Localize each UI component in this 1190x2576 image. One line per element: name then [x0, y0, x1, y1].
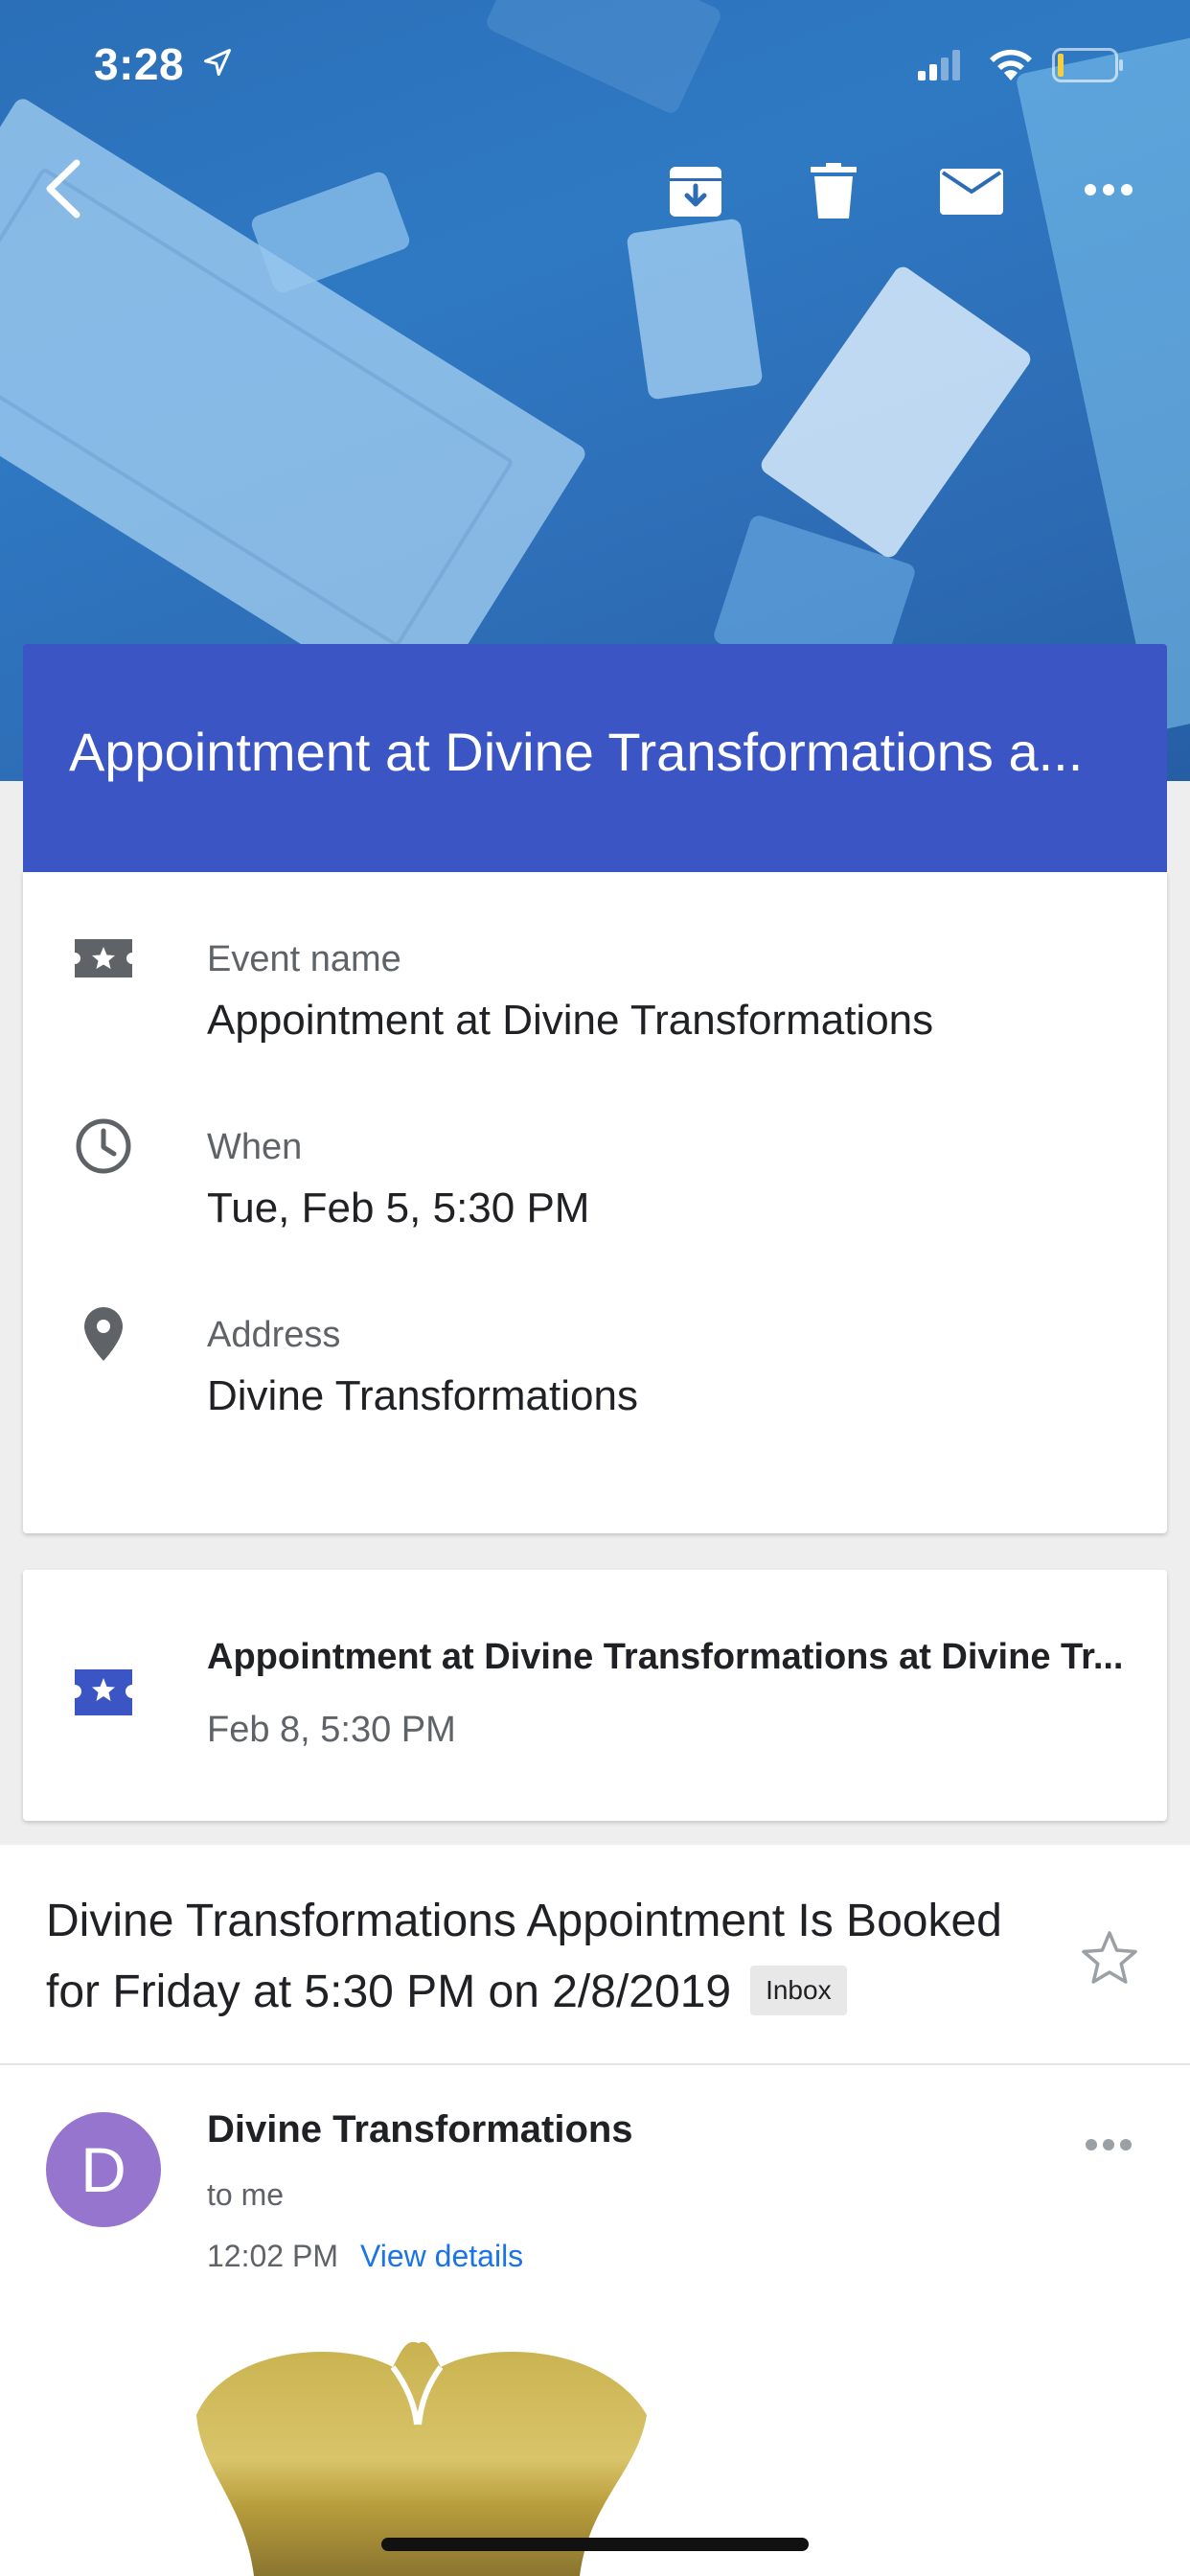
- ticket-illustration: [248, 169, 413, 296]
- ticket-icon: [75, 939, 132, 978]
- sender-name[interactable]: Divine Transformations: [207, 2108, 633, 2151]
- detail-row-address: Address Divine Transformations: [23, 1248, 1167, 1436]
- cellular-signal-icon: [918, 50, 960, 80]
- message-more-icon[interactable]: [1085, 2137, 1133, 2152]
- detail-row-when: When Tue, Feb 5, 5:30 PM: [23, 1060, 1167, 1248]
- detail-value: Divine Transformations: [207, 1372, 638, 1419]
- battery-icon: [1052, 48, 1123, 82]
- view-details-link[interactable]: View details: [360, 2239, 523, 2274]
- detail-label: When: [207, 1127, 303, 1167]
- inbox-label-badge[interactable]: Inbox: [750, 1966, 847, 2016]
- detail-row-event-name: Event name Appointment at Divine Transfo…: [23, 872, 1167, 1060]
- ticket-icon: [75, 1669, 132, 1715]
- ticket-illustration: [1015, 34, 1190, 732]
- related-event-title: Appointment at Divine Transformations at…: [207, 1637, 1124, 1677]
- related-event-date: Feb 8, 5:30 PM: [207, 1710, 456, 1750]
- avatar[interactable]: D: [46, 2112, 161, 2227]
- message-time: 12:02 PM: [207, 2239, 338, 2273]
- ticket-illustration: [626, 218, 764, 401]
- event-details-card: Event name Appointment at Divine Transfo…: [23, 872, 1167, 1533]
- detail-value: Tue, Feb 5, 5:30 PM: [207, 1184, 590, 1231]
- event-card-header: Appointment at Divine Transformations a.…: [23, 644, 1167, 872]
- email-subject: Divine Transformations Appointment Is Bo…: [46, 1886, 1033, 2028]
- status-time: 3:28: [94, 39, 185, 89]
- archive-icon[interactable]: [668, 165, 723, 218]
- recipient-text: to me: [207, 2177, 285, 2212]
- back-icon[interactable]: [38, 155, 88, 222]
- related-event-card[interactable]: Appointment at Divine Transformations at…: [23, 1570, 1167, 1821]
- detail-label: Event name: [207, 939, 401, 979]
- detail-label: Address: [207, 1315, 341, 1355]
- ticket-illustration: [757, 263, 1035, 562]
- star-icon[interactable]: [1081, 1929, 1138, 1987]
- delete-icon[interactable]: [811, 163, 857, 218]
- divider: [0, 2063, 1190, 2065]
- event-card-title: Appointment at Divine Transformations a.…: [69, 722, 1084, 782]
- status-bar: 3:28: [0, 0, 1190, 126]
- home-indicator[interactable]: [381, 2538, 809, 2551]
- location-arrow-icon: [204, 49, 231, 76]
- clock-icon: [76, 1118, 131, 1174]
- location-pin-icon: [84, 1307, 123, 1361]
- more-options-icon[interactable]: [1083, 182, 1134, 197]
- mail-icon[interactable]: [940, 169, 1003, 215]
- ticket-illustration: [0, 95, 589, 720]
- email-subject-text: Divine Transformations Appointment Is Bo…: [46, 1896, 1002, 2017]
- detail-value: Appointment at Divine Transformations: [207, 997, 934, 1044]
- wifi-icon: [990, 49, 1032, 80]
